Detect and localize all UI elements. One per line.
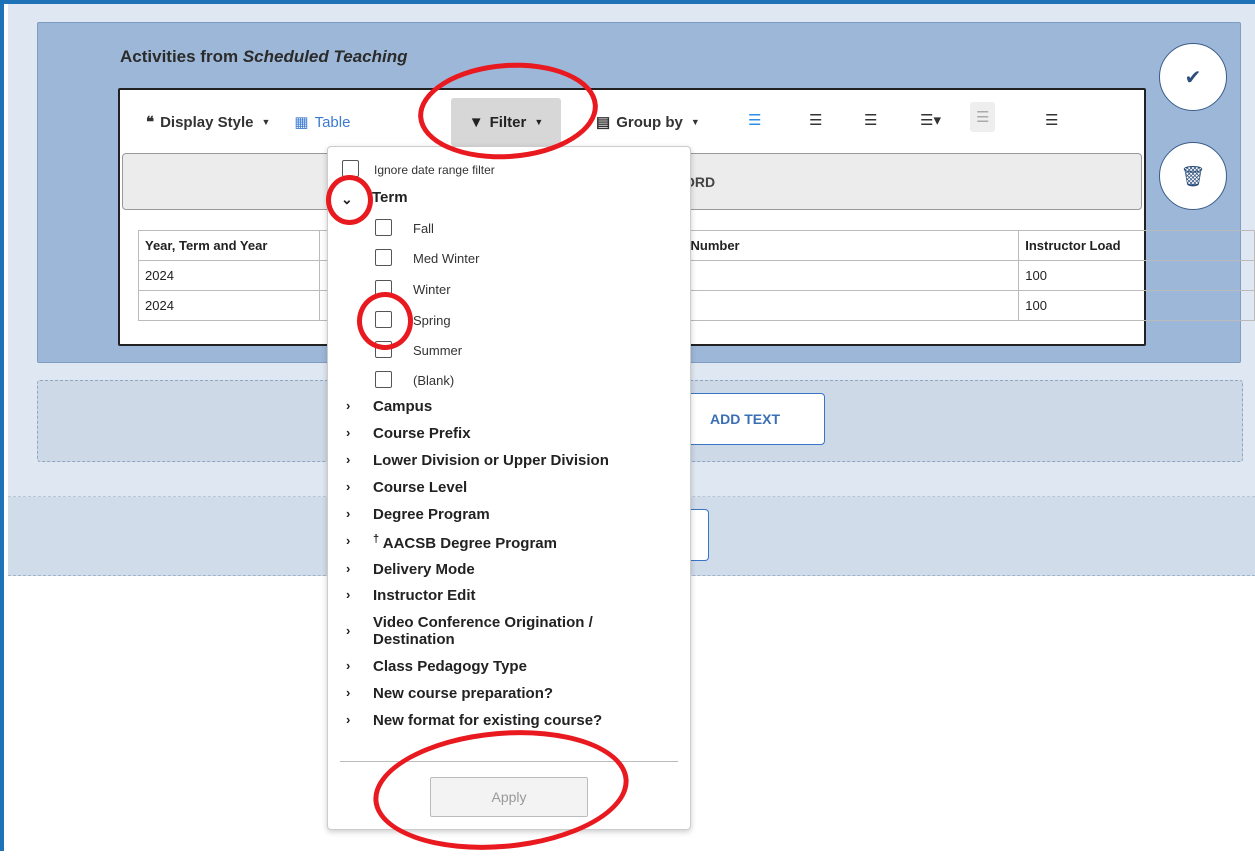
chevron-right-icon[interactable]: ›: [346, 425, 350, 440]
partially-hidden-button[interactable]: [690, 509, 709, 561]
aacsb-label: AACSB Degree Program: [382, 535, 557, 552]
filter-group-new-format[interactable]: New format for existing course?: [373, 712, 602, 729]
caret-down-icon: ▼: [261, 117, 271, 127]
chevron-right-icon[interactable]: ›: [346, 533, 350, 548]
confirm-button[interactable]: ✔: [1159, 43, 1227, 111]
display-style-button[interactable]: ❝ Display Style ▼: [146, 113, 271, 132]
delete-button[interactable]: 🗑: [1159, 142, 1227, 210]
chevron-right-icon[interactable]: ›: [346, 561, 350, 576]
filter-group-division[interactable]: Lower Division or Upper Division: [373, 452, 609, 469]
table-view-label: Table: [314, 113, 351, 131]
filter-group-video-conference[interactable]: Video Conference Origination / Destinati…: [373, 614, 593, 648]
bulleted-list-icon[interactable]: ☰: [809, 111, 822, 129]
annotation-circle-spring: [357, 292, 413, 350]
display-style-label: Display Style: [160, 113, 254, 131]
outdent-icon[interactable]: ☰: [970, 102, 996, 132]
ignore-date-range-label: Ignore date range filter: [374, 163, 495, 177]
table-cell: 100: [1018, 260, 1255, 291]
video-conference-line-2: Destination: [373, 631, 455, 648]
caret-down-icon: ▼: [690, 117, 700, 127]
filter-group-aacsb[interactable]: † AACSB Degree Program: [373, 533, 557, 552]
chevron-right-icon[interactable]: ›: [346, 479, 350, 494]
column-header: Instructor Load: [1018, 230, 1255, 261]
filter-group-pedagogy[interactable]: Class Pedagogy Type: [373, 658, 527, 675]
table-view-button[interactable]: ▦ Table: [294, 113, 351, 132]
trash-icon: 🗑: [1180, 165, 1206, 188]
chevron-right-icon[interactable]: ›: [346, 623, 350, 638]
term-group-label[interactable]: Term: [372, 189, 408, 206]
table-row: 2024 100: [138, 290, 1255, 321]
report-toolbar: ❝ Display Style ▼ ▦ Table: [146, 100, 350, 144]
group-by-button[interactable]: ▤ Group by ▼: [596, 113, 700, 132]
term-option-label: Winter: [413, 282, 451, 297]
filter-group-new-course-prep[interactable]: New course preparation?: [373, 685, 553, 702]
filter-group-instructor-edit[interactable]: Instructor Edit: [373, 587, 476, 604]
table-row: 2024 100: [138, 260, 1255, 291]
term-checkbox-fall[interactable]: [375, 219, 392, 236]
video-conference-line-1: Video Conference Origination /: [373, 614, 593, 631]
filter-group-course-prefix[interactable]: Course Prefix: [373, 425, 471, 442]
chevron-right-icon[interactable]: ›: [346, 712, 350, 727]
filter-group-degree-program[interactable]: Degree Program: [373, 506, 490, 523]
chevron-right-icon[interactable]: ›: [346, 398, 350, 413]
table-icon: ▦: [294, 114, 309, 131]
chevron-right-icon[interactable]: ›: [346, 506, 350, 521]
chevron-right-icon[interactable]: ›: [346, 452, 350, 467]
term-option-label: (Blank): [413, 373, 455, 388]
chevron-right-icon[interactable]: ›: [346, 587, 350, 602]
term-option-label: Med Winter: [413, 251, 480, 266]
quote-icon: ❝: [146, 114, 155, 131]
numbered-list-icon[interactable]: ☰: [864, 111, 877, 129]
chevron-right-icon[interactable]: ›: [346, 658, 350, 673]
filter-group-course-level[interactable]: Course Level: [373, 479, 467, 496]
indent-icon[interactable]: ☰: [1045, 111, 1058, 129]
column-header: Year, Term and Year: [138, 230, 320, 261]
table-header-row: Year, Term and Year e Number Instructor …: [138, 230, 1255, 261]
filter-group-delivery-mode[interactable]: Delivery Mode: [373, 561, 475, 578]
term-option-label: Spring: [413, 313, 451, 328]
panel-title: Activities from Scheduled Teaching: [120, 47, 408, 67]
table-cell: 2024: [138, 290, 320, 321]
term-option-label: Fall: [413, 221, 434, 236]
frame-left-border: [0, 0, 4, 851]
filter-group-campus[interactable]: Campus: [373, 398, 432, 415]
term-checkbox-med-winter[interactable]: [375, 249, 392, 266]
table-cell: 100: [1018, 290, 1255, 321]
indent-toggle-icon[interactable]: ☰: [748, 111, 761, 129]
annotation-circle-term-chevron: [326, 175, 373, 225]
activities-table: Year, Term and Year e Number Instructor …: [138, 230, 1255, 321]
group-icon: ▤: [596, 114, 611, 131]
panel-title-prefix: Activities from: [120, 47, 243, 66]
group-by-label: Group by: [616, 113, 683, 131]
term-option-label: Summer: [413, 343, 463, 358]
dagger-mark: †: [373, 533, 380, 545]
panel-title-emphasis: Scheduled Teaching: [242, 47, 408, 66]
chevron-right-icon[interactable]: ›: [346, 685, 350, 700]
table-cell: 2024: [138, 260, 320, 291]
term-checkbox-blank[interactable]: [375, 371, 392, 388]
align-dropdown-icon[interactable]: ☰▾: [920, 111, 941, 129]
check-icon: ✔: [1184, 66, 1202, 89]
